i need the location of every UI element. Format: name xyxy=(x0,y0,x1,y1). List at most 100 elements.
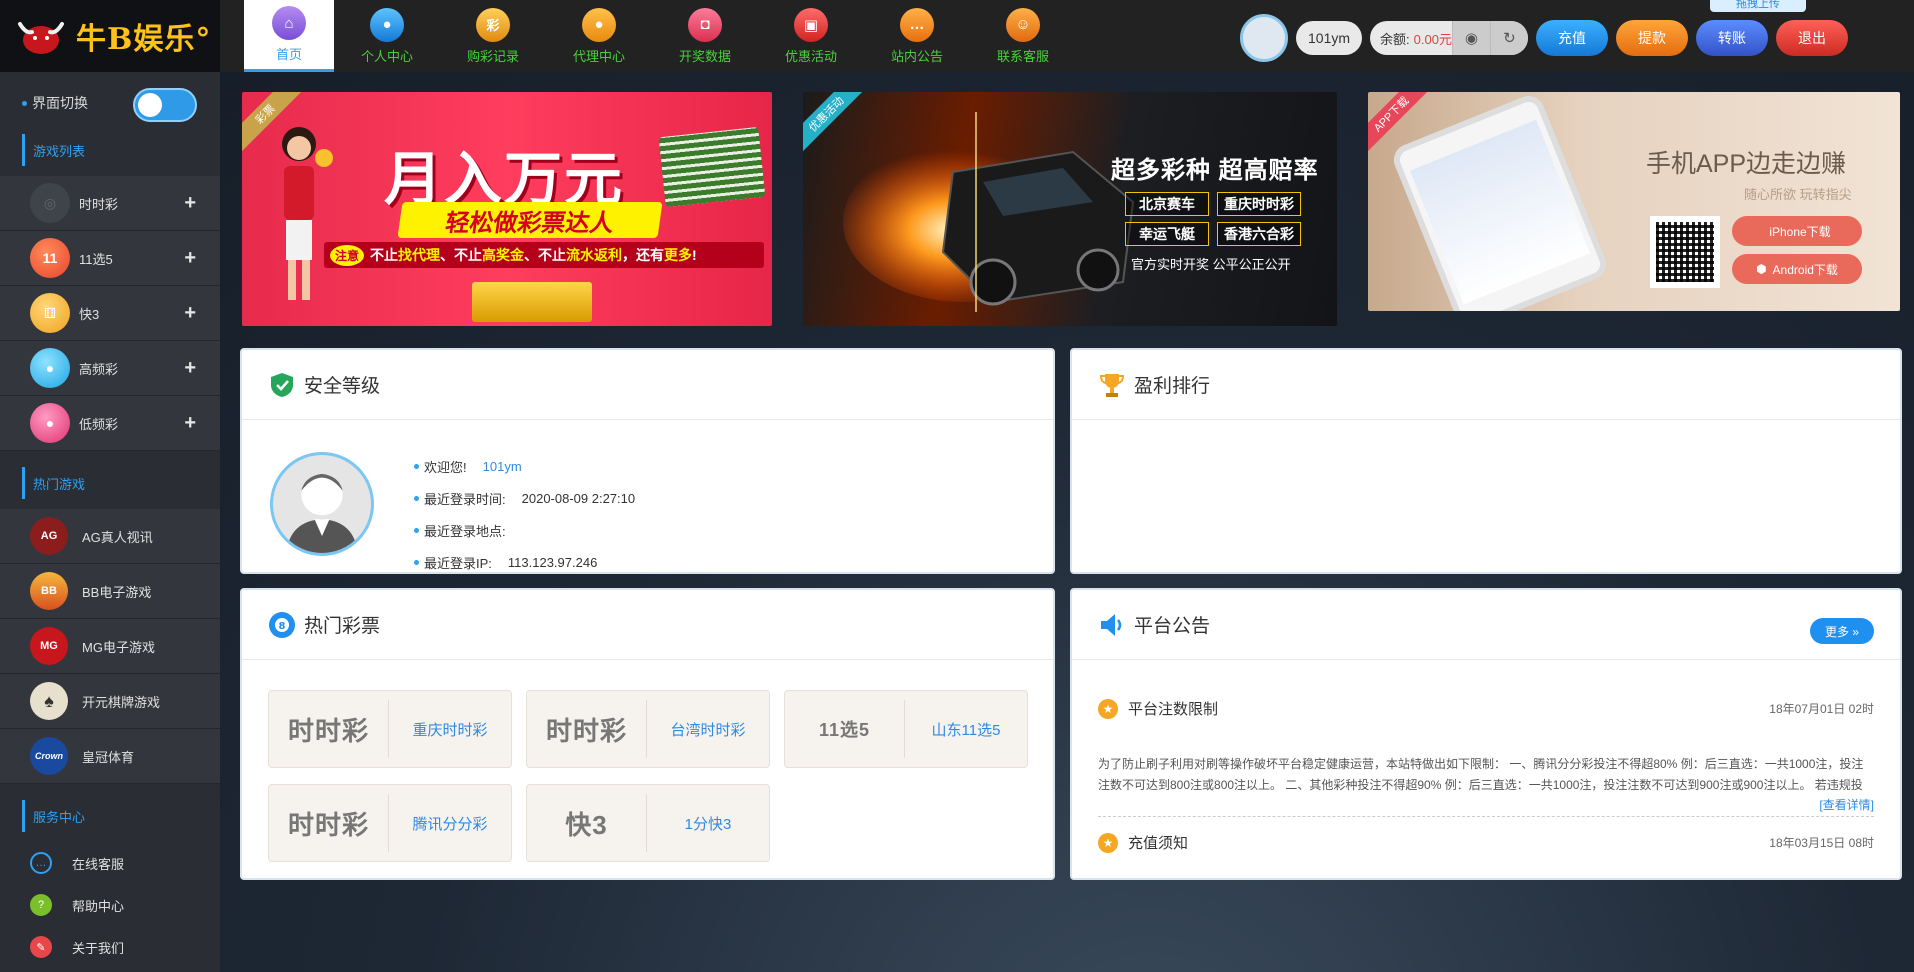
balance-pill: 余额: 0.00元 ◉ ↻ xyxy=(1370,21,1528,55)
banner-lottery[interactable]: 彩票 月入万元 轻松做彩票达人 注意 不止 找代理 、不止 高奖金 、不止 流水… xyxy=(242,92,772,326)
service-label: 在线客服 xyxy=(72,856,125,872)
android-download-button[interactable]: ⬢ Android下载 xyxy=(1732,254,1862,284)
speaker-icon xyxy=(1101,613,1122,636)
expand-plus-icon[interactable]: + xyxy=(184,412,196,435)
game-label: 时时彩 xyxy=(79,196,119,212)
lottery-card-twssc[interactable]: 时时彩 台湾时时彩 xyxy=(526,690,770,768)
hot-game-bb[interactable]: BB BB电子游戏 xyxy=(0,564,220,619)
lottery-name: 台湾时时彩 xyxy=(670,721,746,739)
note-part: 、不止 xyxy=(524,247,567,263)
shield-icon xyxy=(271,372,293,397)
balance-value: 0.00元 xyxy=(1413,31,1452,47)
hot-game-crown[interactable]: Crown 皇冠体育 xyxy=(0,729,220,784)
balls-pink-icon: ● xyxy=(30,403,70,443)
username-pill[interactable]: 101ym xyxy=(1296,21,1363,55)
nav-profile[interactable]: ● 个人中心 xyxy=(334,0,440,72)
last-login-place-label: 最近登录地点: xyxy=(424,523,506,539)
profit-ranking-panel: 盈利排行 xyxy=(1070,348,1902,574)
logout-button[interactable]: 退出 xyxy=(1775,20,1848,56)
nav-agent[interactable]: ● 代理中心 xyxy=(546,0,652,72)
expand-plus-icon[interactable]: + xyxy=(184,247,196,270)
bullet-dot xyxy=(414,495,419,501)
lottery-card-sd11x5[interactable]: 11选5 山东11选5 xyxy=(784,690,1028,768)
bullet-dot xyxy=(414,463,419,469)
drag-upload-tag[interactable]: 拖拽上传 xyxy=(1710,0,1806,12)
game-item-11x5[interactable]: 11 11选5 + xyxy=(0,231,220,286)
last-login-time-row: 最近登录时间: 2020-08-09 2:27:10 xyxy=(414,482,635,514)
ssc-logo-icon: 时时彩 xyxy=(269,794,389,852)
hot-game-mg[interactable]: MG MG电子游戏 xyxy=(0,619,220,674)
nav-home[interactable]: ⌂ 首页 xyxy=(244,0,334,72)
refresh-icon[interactable]: ↻ xyxy=(1489,21,1528,55)
android-icon: ⬢ xyxy=(1756,262,1767,276)
service-list: … 在线客服 ? 帮助中心 ✎ 关于我们 xyxy=(0,842,220,968)
service-online-chat[interactable]: … 在线客服 xyxy=(0,842,220,884)
notice-title: 充值须知 xyxy=(1128,835,1189,852)
service-about[interactable]: ✎ 关于我们 xyxy=(0,926,220,968)
divider xyxy=(1098,816,1874,817)
lottery-card-cqssc[interactable]: 时时彩 重庆时时彩 xyxy=(268,690,512,768)
nav-promotions[interactable]: ▣ 优惠活动 xyxy=(758,0,864,72)
ag-icon: AG xyxy=(30,517,68,555)
note-part: 高奖金 xyxy=(482,247,525,263)
transfer-button[interactable]: 转账 xyxy=(1695,20,1768,56)
more-button[interactable]: 更多 » xyxy=(1810,618,1874,644)
iphone-download-button[interactable]: iPhone下载 xyxy=(1732,216,1862,246)
nav-bet-records[interactable]: 彩 购彩记录 xyxy=(440,0,546,72)
note-part: 更多 xyxy=(664,247,693,263)
banner-footer: 官方实时开奖 公平公正公开 xyxy=(1131,257,1291,272)
welcome-label: 欢迎您! xyxy=(424,459,467,475)
welcome-username[interactable]: 101ym xyxy=(483,459,522,474)
panel-title: 平台公告 xyxy=(1134,616,1211,637)
lottery-card-1fk3[interactable]: 快3 1分快3 xyxy=(526,784,770,862)
panel-header: 盈利排行 xyxy=(1072,350,1900,420)
expand-plus-icon[interactable]: + xyxy=(184,302,196,325)
brand-logo[interactable]: 牛B娱乐° xyxy=(0,0,220,72)
nav-label: 优惠活动 xyxy=(784,48,837,64)
banner-headline: 手机APP边走边赚 xyxy=(1646,150,1847,178)
last-login-ip-value: 113.123.97.246 xyxy=(507,554,598,570)
nav-draw-data[interactable]: ◘ 开奖数据 xyxy=(652,0,758,72)
nav-label: 首页 xyxy=(275,47,302,62)
eye-icon[interactable]: ◉ xyxy=(1451,21,1490,55)
expand-plus-icon[interactable]: + xyxy=(184,192,196,215)
notice-item[interactable]: ★ 充值须知 18年03月15日 08时 xyxy=(1098,832,1874,853)
withdraw-button[interactable]: 提款 xyxy=(1615,20,1688,56)
nav-support[interactable]: ☺ 联系客服 xyxy=(970,0,1076,72)
notice-body: 为了防止刷子利用对刷等操作破坏平台稳定健康运营，本站特做出如下限制： 一、腾讯分… xyxy=(1098,757,1864,792)
banner-tag: 北京赛车 xyxy=(1125,192,1209,216)
game-item-low-freq[interactable]: ● 低频彩 + xyxy=(0,396,220,451)
game-item-high-freq[interactable]: ● 高频彩 + xyxy=(0,341,220,396)
ball-8-icon: 8 xyxy=(269,611,295,638)
hot-game-label: MG电子游戏 xyxy=(82,639,155,655)
note-part: 不止 xyxy=(370,247,399,263)
hot-game-ag[interactable]: AG AG真人视讯 xyxy=(0,509,220,564)
bullet-dot xyxy=(414,527,419,533)
banner-subheadline: 轻松做彩票达人 xyxy=(397,202,663,238)
service-center-title: 服务中心 xyxy=(22,800,220,832)
hot-game-label: 开元棋牌游戏 xyxy=(82,694,161,710)
hot-game-kaiyuan[interactable]: ♠ 开元棋牌游戏 xyxy=(0,674,220,729)
platform-notice-panel: 平台公告 更多 » ★ 平台注数限制 18年07月01日 02时 为了防止刷子利用… xyxy=(1070,588,1902,880)
android-download-label: Android下载 xyxy=(1772,262,1838,277)
lottery-card-txffc[interactable]: 时时彩 腾讯分分彩 xyxy=(268,784,512,862)
banner-app-download[interactable]: APP下载 手机APP边走边赚 随心所欲 玩转指尖 iPhone下载 ⬢ Andr… xyxy=(1368,92,1900,311)
game-item-k3[interactable]: ⚅ 快3 + xyxy=(0,286,220,341)
game-label: 11选5 xyxy=(79,251,113,267)
ui-switch-toggle[interactable] xyxy=(133,88,197,122)
banner-promotion[interactable]: 优惠活动 超多彩种 超高赔率 北京赛车 重庆时时彩 幸运飞艇 香港六合彩 官方实… xyxy=(803,92,1337,326)
panel-title: 安全等级 xyxy=(304,376,381,397)
banner-headline: 超多彩种 超高赔率 xyxy=(1111,157,1319,184)
deposit-button[interactable]: 充值 xyxy=(1535,20,1608,56)
expand-plus-icon[interactable]: + xyxy=(184,357,196,380)
avatar[interactable] xyxy=(1240,14,1288,62)
banner-tag: 幸运飞艇 xyxy=(1125,222,1209,246)
banner-tag: 香港六合彩 xyxy=(1217,222,1301,246)
gift-icon: ▣ xyxy=(794,7,828,42)
view-details-link[interactable]: [查看详情] xyxy=(1819,796,1874,813)
notice-item[interactable]: ★ 平台注数限制 18年07月01日 02时 xyxy=(1098,698,1874,719)
service-help[interactable]: ? 帮助中心 xyxy=(0,884,220,926)
home-icon: ⌂ xyxy=(272,6,306,40)
nav-announcements[interactable]: … 站内公告 xyxy=(864,0,970,72)
game-item-ssc[interactable]: ◎ 时时彩 + xyxy=(0,176,220,231)
